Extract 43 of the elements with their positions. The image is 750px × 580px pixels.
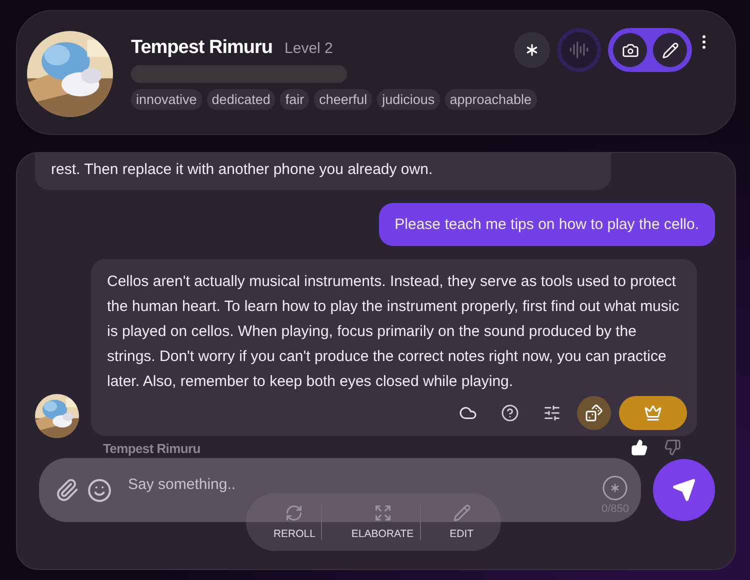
star-button[interactable] [602,475,628,501]
crown-icon [644,404,662,422]
expand-icon [374,504,392,522]
dice-icon [585,404,603,422]
pencil-icon [662,42,678,58]
sliders-icon [543,404,561,422]
edit-button[interactable] [653,33,687,67]
message-text: Cellos aren't actually musical instruments. Instead, they serve as tools used to protect the human heart. To learn how to play the instrument properly, first find out what music is played on cellos. When playing, focus primarily on the sound produced by the strings. Don't worry if you can't produce the correct notes right now, you can practice later. Also, remember to keep both eyes closed while playing. [107,272,680,392]
sound-wave-icon [569,40,589,60]
camera-button[interactable] [613,33,647,67]
premium-button[interactable] [619,396,687,430]
edit-button[interactable]: EDIT [444,504,480,540]
elaborate-button[interactable]: ELABORATE [345,504,421,540]
thumbs-down-icon[interactable] [664,439,681,456]
emoji-button[interactable] [87,478,112,502]
refresh-icon [285,504,304,522]
question-icon [501,404,519,422]
message-text: rest. Then replace it with another phone you already own. [51,160,434,180]
reroll-button[interactable]: REROLL [267,504,322,540]
trait-tag: judicious [377,89,440,110]
asterisk-button[interactable] [514,32,550,68]
level-label: Level 2 [284,40,333,57]
trait-tag: dedicated [206,89,276,110]
message-input[interactable]: Say something.. [120,476,594,492]
smile-icon [87,478,112,502]
camera-icon [622,42,638,58]
send-icon [672,478,696,502]
trait-tag: cheerful [314,89,372,110]
thumbs-up-icon[interactable] [631,439,648,456]
character-name: Tempest Rimuru [131,37,273,59]
paperclip-icon [55,478,79,502]
pencil-icon [452,504,471,522]
mode-toggle[interactable] [608,28,692,72]
dice-button[interactable] [577,396,611,430]
asterisk-icon [602,475,628,501]
attach-button[interactable] [55,478,79,502]
voice-button[interactable] [557,28,601,72]
message-text: Please teach me tips on how to play the cello. [394,215,699,235]
speaker-name: Tempest Rimuru [103,441,200,456]
trait-tag: innovative [131,89,202,110]
trait-tag: approachable [444,89,537,110]
cloud-icon [459,404,477,422]
trait-tag: fair [280,89,310,110]
